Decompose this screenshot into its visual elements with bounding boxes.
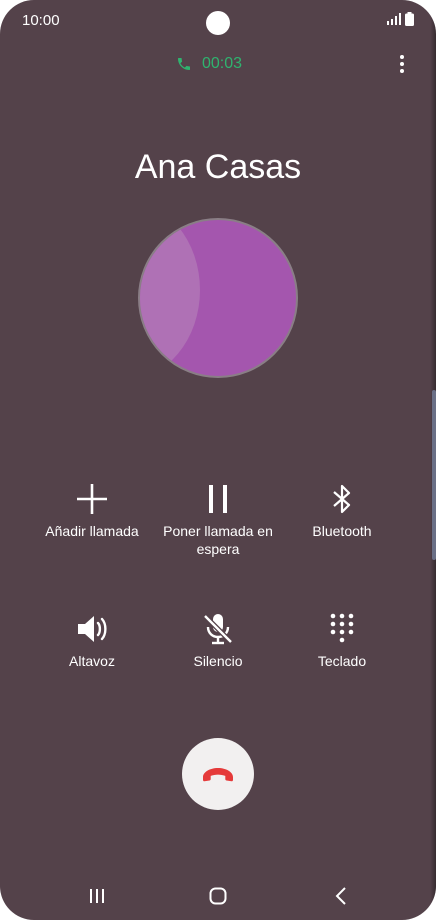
caller-avatar bbox=[138, 218, 298, 378]
battery-icon bbox=[405, 12, 414, 26]
recent-apps-button[interactable] bbox=[82, 884, 112, 908]
edge-panel-handle[interactable] bbox=[432, 390, 436, 560]
bluetooth-label: Bluetooth bbox=[312, 523, 372, 539]
keypad-icon bbox=[330, 613, 354, 643]
keypad-label: Teclado bbox=[317, 653, 367, 669]
end-call-button[interactable] bbox=[182, 738, 254, 810]
back-icon bbox=[335, 887, 346, 905]
navigation-bar bbox=[0, 876, 436, 916]
add-call-icon bbox=[77, 484, 107, 514]
phone-screen: 10:00 00:03 Ana Casas Añadir llamada Pon… bbox=[0, 0, 436, 920]
call-duration: 00:03 bbox=[202, 55, 243, 72]
add-call-button[interactable]: Añadir llamada bbox=[22, 482, 162, 540]
call-timer: 00:03 bbox=[176, 54, 242, 74]
hold-call-button[interactable]: Poner llamada en espera bbox=[148, 482, 288, 558]
recent-apps-icon bbox=[90, 889, 104, 903]
speaker-button[interactable]: Altavoz bbox=[22, 612, 162, 670]
home-button[interactable] bbox=[203, 884, 233, 908]
home-icon bbox=[209, 887, 227, 905]
add-call-label: Añadir llamada bbox=[45, 523, 139, 539]
status-bar: 10:00 bbox=[0, 0, 436, 40]
mute-label: Silencio bbox=[193, 653, 243, 669]
caller-name: Ana Casas bbox=[134, 148, 302, 186]
keypad-button[interactable]: Teclado bbox=[272, 612, 412, 670]
mute-button[interactable]: Silencio bbox=[148, 612, 288, 670]
speaker-label: Altavoz bbox=[69, 653, 115, 669]
hold-call-label: Poner llamada en espera bbox=[163, 523, 273, 557]
bluetooth-icon bbox=[333, 484, 351, 514]
signal-icon bbox=[387, 13, 401, 25]
status-time: 10:00 bbox=[22, 12, 60, 29]
back-button[interactable] bbox=[326, 884, 356, 908]
phone-icon bbox=[178, 58, 190, 70]
bluetooth-button[interactable]: Bluetooth bbox=[272, 482, 412, 540]
status-icons bbox=[387, 12, 414, 26]
pause-icon bbox=[209, 485, 227, 513]
front-camera bbox=[206, 11, 230, 35]
more-options-icon[interactable] bbox=[396, 54, 408, 74]
speaker-icon bbox=[78, 616, 107, 642]
end-call-icon bbox=[203, 768, 233, 782]
avatar-shade bbox=[140, 220, 200, 376]
mute-microphone-icon bbox=[203, 614, 233, 645]
